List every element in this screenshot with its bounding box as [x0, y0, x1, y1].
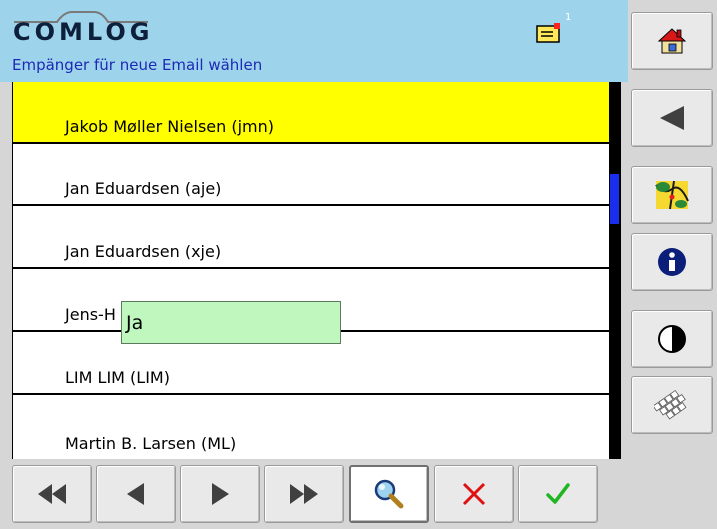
- keyboard-button[interactable]: [631, 376, 713, 434]
- list-scrollbar[interactable]: [609, 82, 621, 459]
- home-button[interactable]: [631, 12, 713, 70]
- contact-name: LIM LIM (LIM): [65, 368, 170, 387]
- previous-icon: [127, 483, 144, 505]
- right-sidebar: [628, 0, 717, 462]
- first-page-icon: [38, 484, 66, 504]
- contact-row[interactable]: Jakob Møller Nielsen (jmn): [13, 82, 610, 144]
- back-button[interactable]: [631, 89, 713, 147]
- contrast-button[interactable]: [631, 310, 713, 368]
- scroll-thumb[interactable]: [610, 174, 619, 224]
- contact-name: Martin B. Larsen (ML): [65, 434, 237, 453]
- envelope-icon: [536, 23, 560, 43]
- confirm-button[interactable]: [518, 465, 598, 523]
- contact-row[interactable]: Jan Eduardsen (aje): [13, 144, 610, 206]
- confirm-icon: [546, 483, 570, 504]
- cancel-button[interactable]: [434, 465, 514, 523]
- map-button[interactable]: [631, 166, 713, 224]
- logo-text: COMLOG: [13, 18, 154, 46]
- comlog-logo: COMLOG: [12, 10, 150, 52]
- next-icon: [212, 483, 229, 505]
- mail-notification[interactable]: 1: [535, 12, 571, 48]
- search-icon: [374, 479, 404, 509]
- last-page-button[interactable]: [264, 465, 344, 523]
- home-icon: [657, 28, 687, 54]
- header-bar: COMLOG Empänger für neue Email wählen 1: [0, 0, 628, 82]
- search-input[interactable]: Ja: [121, 301, 341, 344]
- first-page-button[interactable]: [12, 465, 92, 523]
- mail-count-badge: 1: [565, 12, 572, 23]
- next-button[interactable]: [180, 465, 260, 523]
- contact-row[interactable]: Martin B. Larsen (ML): [13, 396, 610, 459]
- contact-list: Jakob Møller Nielsen (jmn) Jan Eduardsen…: [12, 82, 610, 459]
- last-page-icon: [290, 484, 318, 504]
- previous-button[interactable]: [96, 465, 176, 523]
- search-button[interactable]: [349, 465, 429, 523]
- back-icon: [660, 106, 684, 130]
- contact-row[interactable]: Jan Eduardsen (xje): [13, 207, 610, 269]
- contact-name: Jakob Møller Nielsen (jmn): [65, 117, 275, 136]
- keyboard-icon: [654, 389, 687, 420]
- contact-name: Jan Eduardsen (xje): [65, 242, 222, 261]
- bottom-toolbar: [0, 459, 717, 529]
- map-icon: [655, 180, 689, 210]
- contact-name: Jens-H: [65, 305, 116, 324]
- info-icon: [658, 248, 686, 276]
- contact-name: Jan Eduardsen (aje): [65, 179, 222, 198]
- cancel-icon: [462, 482, 486, 506]
- page-title: Empänger für neue Email wählen: [12, 56, 263, 74]
- contrast-icon: [658, 325, 686, 353]
- info-button[interactable]: [631, 233, 713, 291]
